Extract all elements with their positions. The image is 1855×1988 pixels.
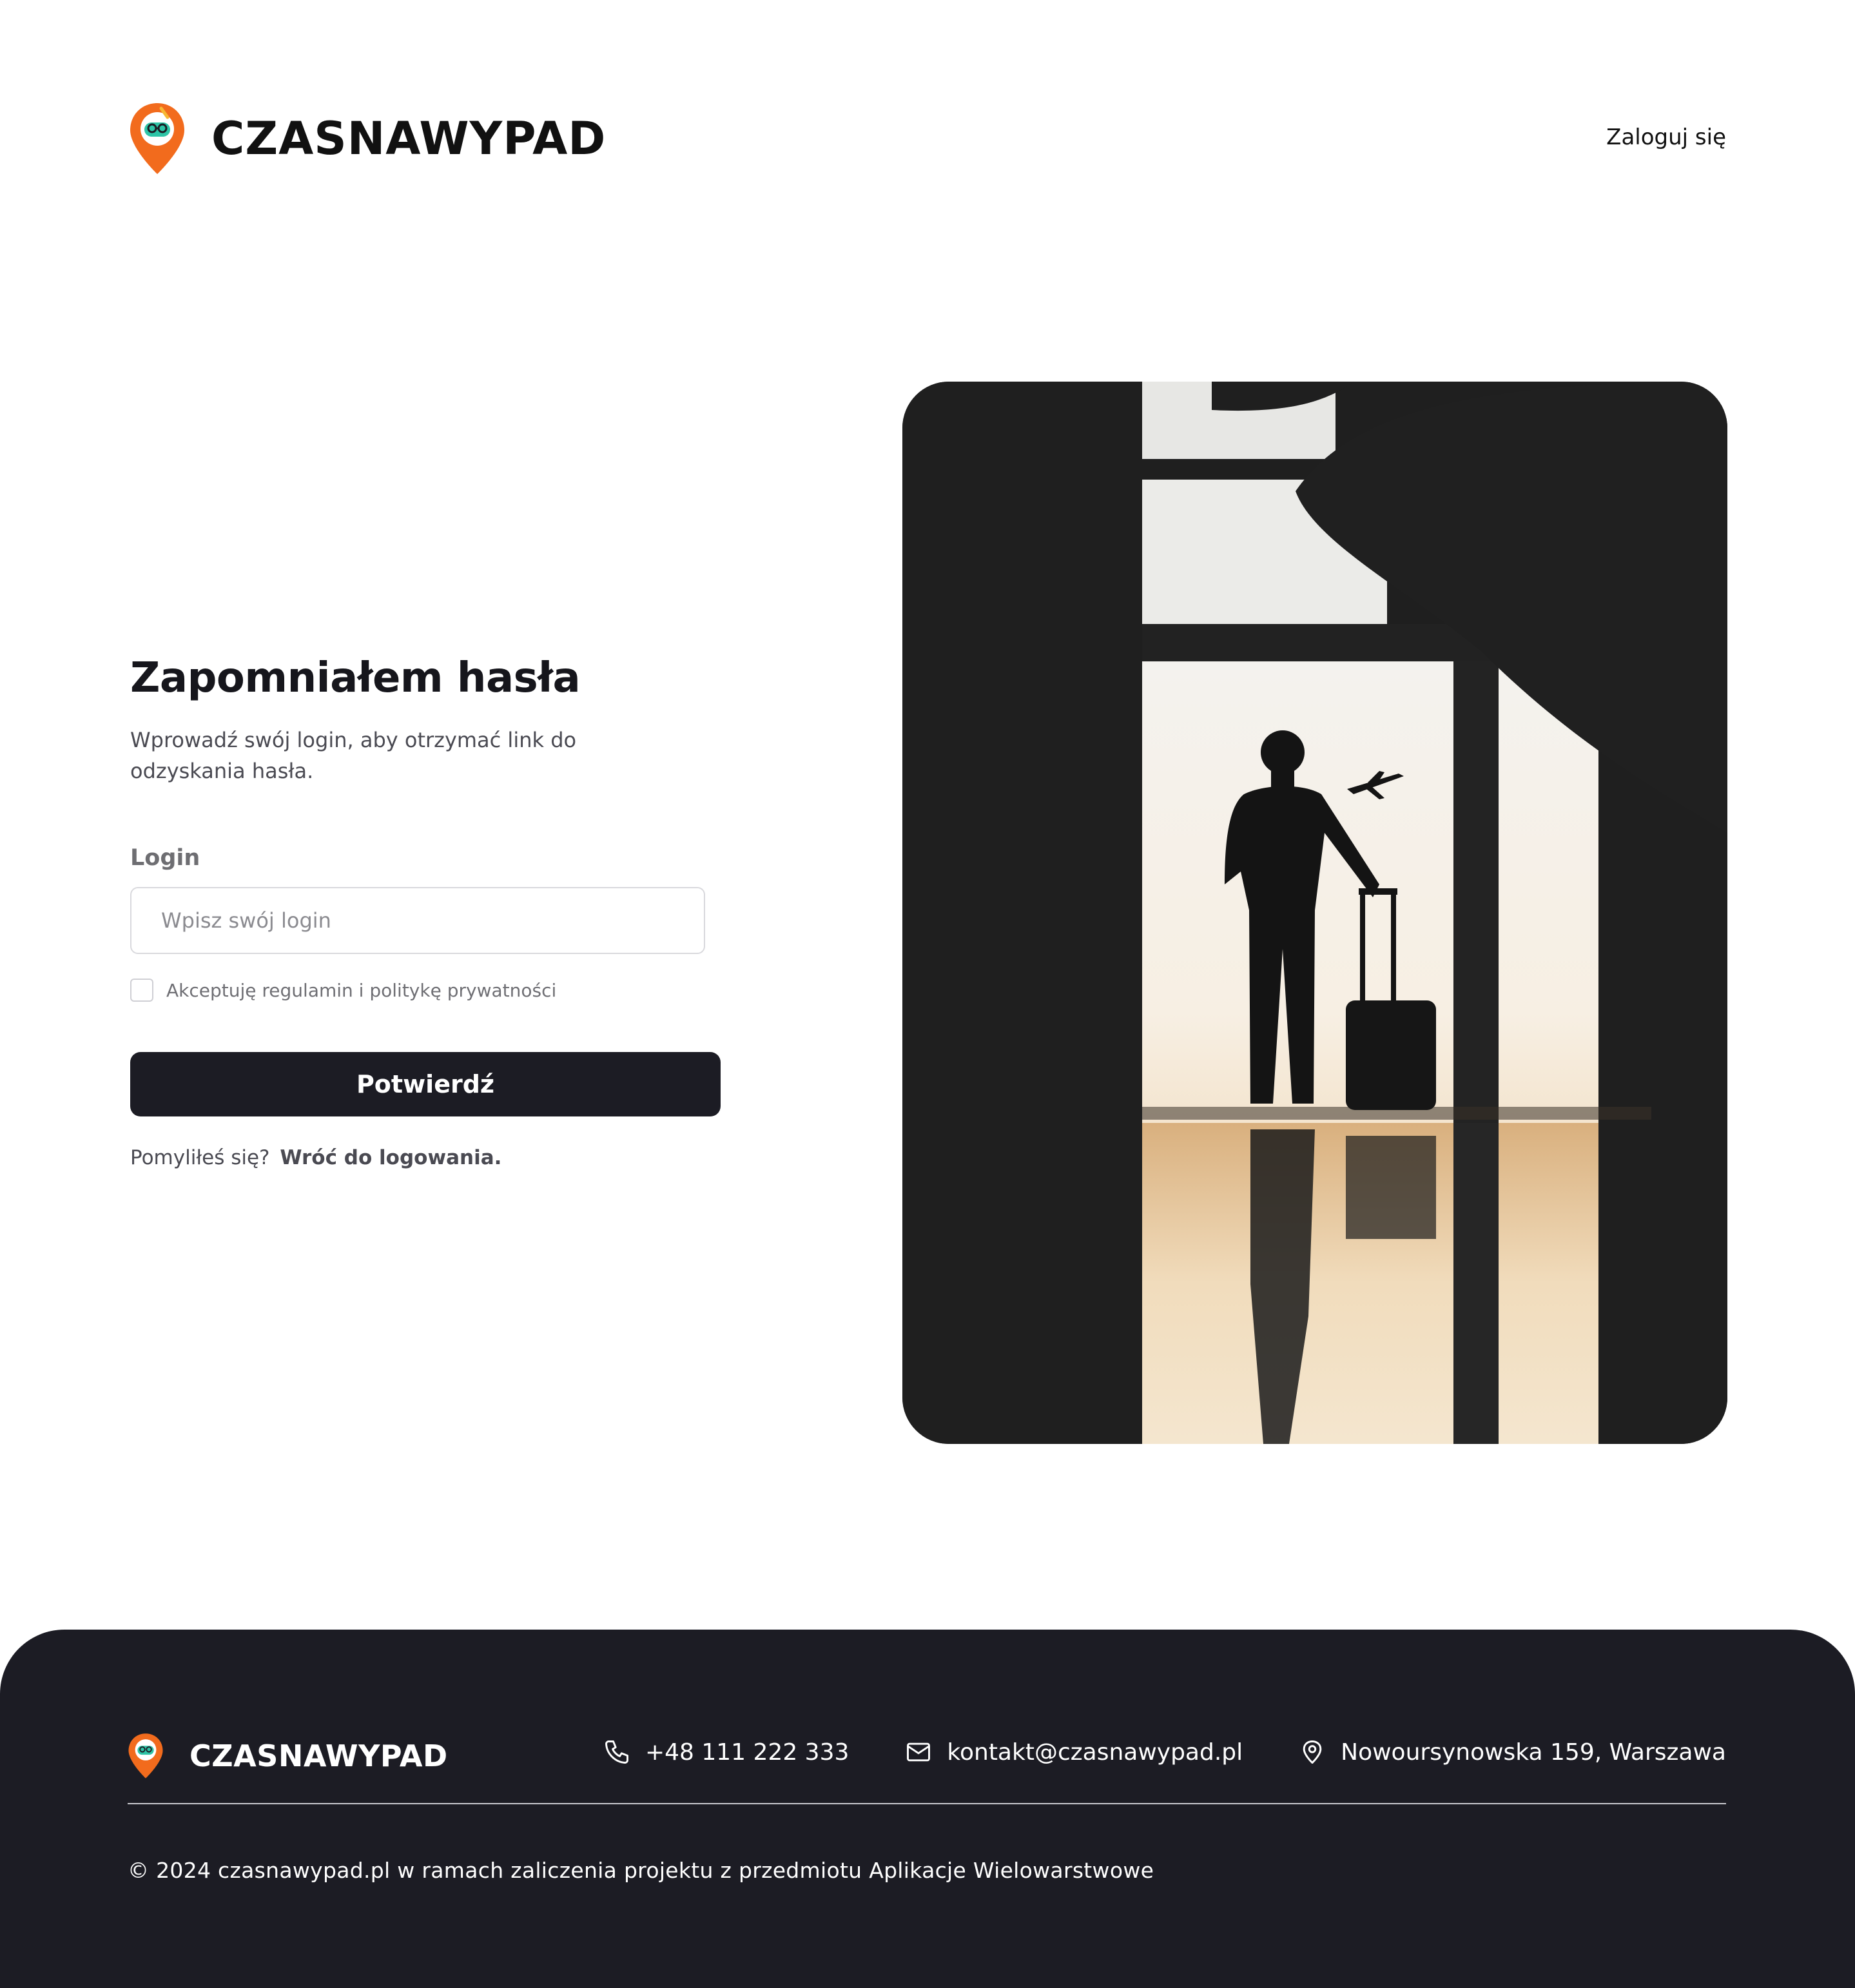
footer-divider <box>128 1803 1726 1804</box>
location-pin-logo-icon <box>130 103 184 174</box>
terms-checkbox[interactable] <box>130 979 153 1002</box>
location-pin-logo-icon <box>128 1733 163 1778</box>
login-input[interactable] <box>130 887 705 954</box>
footer-phone-text: +48 111 222 333 <box>645 1739 850 1766</box>
login-label: Login <box>130 845 200 871</box>
hero-photo <box>902 382 1727 1444</box>
map-pin-icon <box>1303 1740 1322 1764</box>
brand-logo[interactable]: CZASNAWYPAD <box>129 102 606 175</box>
back-prompt: Pomyliłeś się? <box>130 1146 270 1169</box>
forgot-password-form: Zapomniałem hasła Wprowadź swój login, a… <box>130 651 723 1169</box>
site-footer: CZASNAWYPAD +48 111 222 333 kontakt@czas… <box>0 1630 1855 1988</box>
footer-brand-name: CZASNAWYPAD <box>189 1739 448 1773</box>
mail-icon <box>907 1742 931 1762</box>
footer-email-text: kontakt@czasnawypad.pl <box>947 1739 1243 1766</box>
footer-copyright: © 2024 czasnawypad.pl w ramach zaliczeni… <box>128 1858 1154 1883</box>
page-subtitle: Wprowadź swój login, aby otrzymać link d… <box>130 728 577 783</box>
footer-address[interactable]: Nowoursynowska 159, Warszawa <box>1298 1738 1726 1766</box>
terms-checkbox-row[interactable]: Akceptuję regulamin i politykę prywatnoś… <box>130 979 723 1002</box>
footer-email[interactable]: kontakt@czasnawypad.pl <box>904 1738 1243 1766</box>
footer-phone[interactable]: +48 111 222 333 <box>603 1738 849 1766</box>
back-to-login-row: Pomyliłeś się? Wróć do logowania. <box>130 1146 723 1169</box>
back-to-login-link[interactable]: Wróć do logowania. <box>280 1146 501 1169</box>
footer-brand-logo[interactable]: CZASNAWYPAD <box>128 1733 448 1779</box>
brand-name: CZASNAWYPAD <box>211 112 607 165</box>
phone-icon <box>605 1740 628 1764</box>
submit-button[interactable]: Potwierdź <box>130 1052 721 1116</box>
footer-contacts: +48 111 222 333 kontakt@czasnawypad.pl N… <box>603 1738 1726 1766</box>
terms-label: Akceptuję regulamin i politykę prywatnoś… <box>166 979 557 1001</box>
nav-login-link[interactable]: Zaloguj się <box>1606 124 1726 150</box>
footer-address-text: Nowoursynowska 159, Warszawa <box>1341 1739 1726 1766</box>
traveler-silhouette-photo-icon <box>902 382 1727 1444</box>
site-header: CZASNAWYPAD Zaloguj się <box>0 0 1855 284</box>
page-title: Zapomniałem hasła <box>130 654 581 702</box>
